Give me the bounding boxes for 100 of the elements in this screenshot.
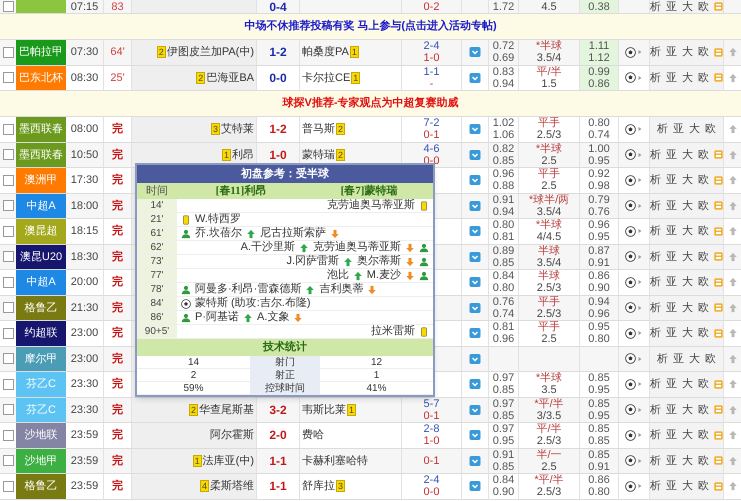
- analysis-link[interactable]: 析: [650, 72, 661, 84]
- profile-icon[interactable]: [714, 72, 723, 84]
- dropdown-icon[interactable]: [469, 429, 481, 442]
- up-arrow-icon[interactable]: [728, 404, 738, 415]
- away-team[interactable]: 舒库拉: [302, 480, 335, 492]
- match-score[interactable]: 1-2: [269, 46, 287, 58]
- analysis-link[interactable]: 析: [657, 123, 668, 136]
- analysis-link[interactable]: 欧: [698, 72, 709, 84]
- profile-icon[interactable]: [714, 226, 723, 237]
- dropdown-icon[interactable]: [469, 480, 481, 492]
- checkbox[interactable]: [2, 46, 14, 58]
- soccer-ball-icon[interactable]: [625, 72, 636, 84]
- analysis-link[interactable]: 欧: [698, 327, 709, 340]
- analysis-link[interactable]: 大: [682, 327, 693, 340]
- analysis-link[interactable]: 析: [650, 454, 661, 467]
- profile-icon[interactable]: [714, 200, 723, 212]
- away-team[interactable]: 帕桑度PA: [302, 46, 349, 58]
- soccer-ball-icon[interactable]: [625, 302, 636, 314]
- analysis-link[interactable]: 欧: [698, 225, 709, 238]
- soccer-ball-icon[interactable]: [625, 46, 636, 58]
- soccer-ball-icon[interactable]: [625, 378, 636, 390]
- up-arrow-icon[interactable]: [728, 277, 738, 288]
- up-arrow-icon[interactable]: [728, 47, 738, 58]
- checkbox[interactable]: [2, 328, 14, 339]
- profile-icon[interactable]: [714, 276, 723, 288]
- profile-icon[interactable]: [714, 455, 723, 466]
- checkbox[interactable]: [2, 378, 14, 390]
- analysis-link[interactable]: 析: [657, 352, 668, 365]
- checkbox[interactable]: [2, 72, 14, 84]
- up-arrow-icon[interactable]: [728, 302, 738, 313]
- analysis-link[interactable]: 亚: [666, 46, 677, 58]
- up-arrow-icon[interactable]: [728, 481, 738, 492]
- home-team[interactable]: 艾特莱: [221, 123, 254, 136]
- analysis-link[interactable]: 大: [682, 302, 693, 314]
- profile-icon[interactable]: [714, 404, 723, 416]
- up-arrow-icon[interactable]: [728, 252, 738, 262]
- up-arrow-icon[interactable]: [728, 379, 738, 390]
- analysis-link[interactable]: 亚: [666, 327, 677, 340]
- up-arrow-icon[interactable]: [728, 150, 738, 160]
- analysis-link[interactable]: 析: [650, 174, 661, 186]
- checkbox[interactable]: [2, 174, 14, 186]
- analysis-link[interactable]: 亚: [673, 352, 684, 365]
- match-score[interactable]: 1-2: [269, 123, 287, 136]
- dropdown-icon[interactable]: [469, 276, 481, 288]
- analysis-link[interactable]: 欧: [698, 148, 709, 161]
- analysis-link[interactable]: 亚: [666, 378, 677, 390]
- up-arrow-icon[interactable]: [728, 175, 738, 186]
- dropdown-icon[interactable]: [469, 454, 481, 467]
- league-cell[interactable]: [16, 0, 66, 13]
- analysis-link[interactable]: 大: [682, 0, 693, 12]
- league-label[interactable]: 巴帕拉甲: [16, 40, 66, 64]
- checkbox[interactable]: [2, 455, 14, 466]
- match-score[interactable]: 0-0: [269, 72, 287, 84]
- analysis-link[interactable]: 欧: [698, 404, 709, 416]
- soccer-ball-icon[interactable]: [625, 353, 636, 364]
- analysis-link[interactable]: 析: [650, 250, 661, 263]
- soccer-ball-icon[interactable]: [625, 276, 636, 288]
- checkbox[interactable]: [2, 480, 14, 492]
- analysis-link[interactable]: 大: [682, 429, 693, 442]
- analysis-link[interactable]: 析: [650, 404, 661, 416]
- up-arrow-icon[interactable]: [728, 430, 738, 440]
- dropdown-icon[interactable]: [469, 302, 481, 314]
- away-team[interactable]: 蒙特瑞: [302, 148, 335, 161]
- checkbox[interactable]: [2, 430, 14, 441]
- profile-icon[interactable]: [714, 149, 723, 160]
- dropdown-icon[interactable]: [469, 225, 481, 238]
- soccer-ball-icon[interactable]: [625, 455, 636, 466]
- away-team[interactable]: 费哈: [302, 429, 324, 442]
- soccer-ball-icon[interactable]: [625, 328, 636, 339]
- soccer-ball-icon[interactable]: [625, 480, 636, 492]
- checkbox[interactable]: [2, 251, 14, 262]
- analysis-link[interactable]: 欧: [698, 302, 709, 314]
- league-label[interactable]: 约超联: [16, 321, 66, 346]
- analysis-link[interactable]: 大: [682, 250, 693, 263]
- analysis-link[interactable]: 亚: [666, 276, 677, 288]
- analysis-link[interactable]: 大: [682, 72, 693, 84]
- analysis-link[interactable]: 亚: [666, 429, 677, 442]
- dropdown-icon[interactable]: [469, 200, 481, 212]
- league-label[interactable]: 澳昆U20: [16, 244, 66, 269]
- home-team[interactable]: 巴海亚BA: [206, 72, 254, 84]
- analysis-link[interactable]: 析: [650, 480, 661, 492]
- analysis-link[interactable]: 亚: [666, 404, 677, 416]
- soccer-ball-icon[interactable]: [625, 430, 636, 441]
- dropdown-icon[interactable]: [469, 174, 481, 186]
- checkbox[interactable]: [2, 226, 14, 237]
- analysis-link[interactable]: 亚: [666, 250, 677, 263]
- analysis-link[interactable]: 亚: [666, 225, 677, 238]
- up-arrow-icon[interactable]: [728, 200, 738, 211]
- analysis-link[interactable]: 析: [650, 0, 661, 12]
- league-label[interactable]: 沙地联: [16, 423, 66, 448]
- soccer-ball-icon[interactable]: [625, 149, 636, 160]
- checkbox[interactable]: [2, 353, 14, 364]
- home-team[interactable]: 华查尾斯基: [199, 404, 254, 416]
- analysis-link[interactable]: 析: [650, 302, 661, 314]
- analysis-link[interactable]: 大: [689, 123, 700, 136]
- away-team[interactable]: 卡赫利塞哈特: [302, 454, 368, 467]
- away-team[interactable]: 韦斯比莱: [302, 404, 346, 416]
- up-arrow-icon[interactable]: [728, 456, 738, 466]
- profile-icon[interactable]: [714, 251, 723, 262]
- profile-icon[interactable]: [714, 302, 723, 314]
